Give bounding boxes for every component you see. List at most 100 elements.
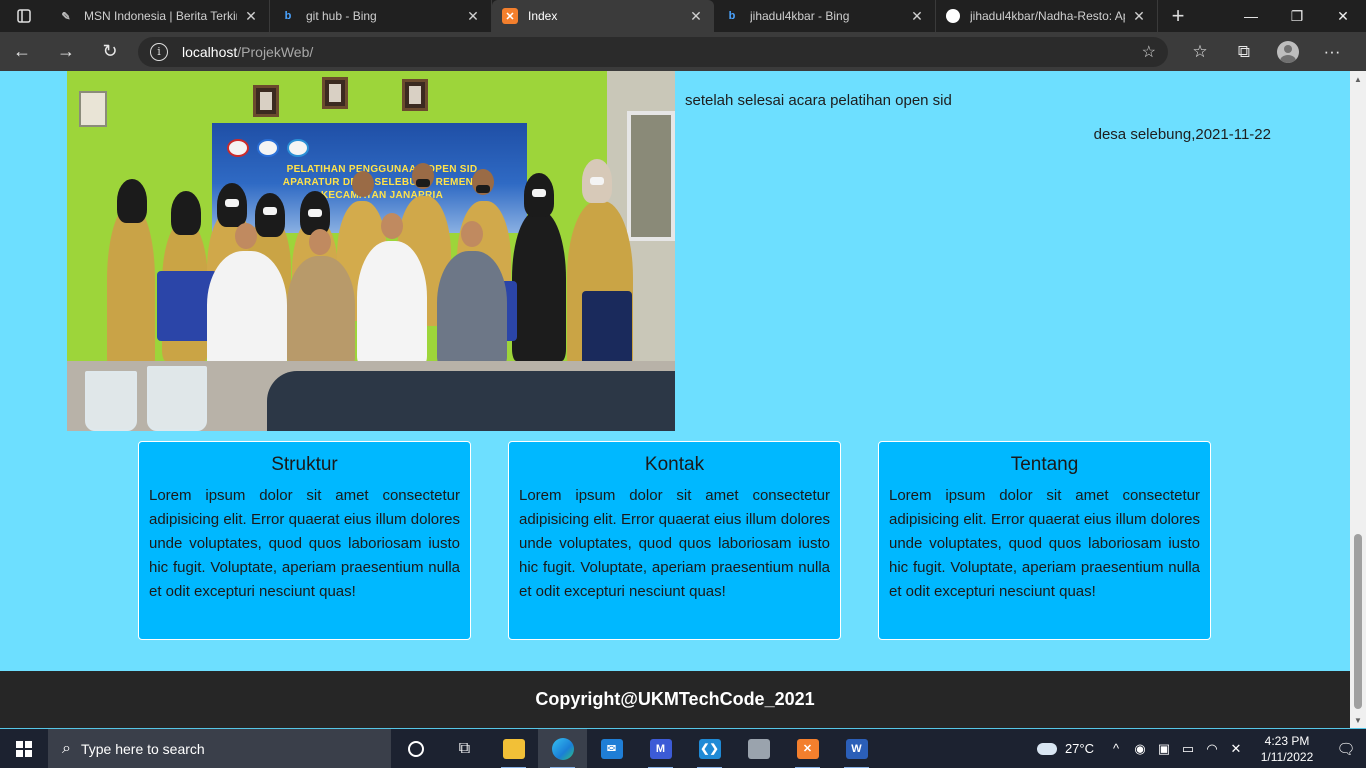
card-tentang: Tentang Lorem ipsum dolor sit amet conse… — [878, 441, 1211, 640]
mail-icon: ✉ — [600, 738, 623, 759]
task-view-button[interactable]: ⧉ — [440, 729, 489, 768]
collections-button[interactable]: ⧉ — [1222, 32, 1266, 71]
card-title: Struktur — [271, 454, 338, 475]
url-host: localhost — [182, 43, 238, 60]
file-explorer-icon — [502, 738, 525, 759]
close-window-button[interactable]: ✕ — [1320, 0, 1366, 32]
vscode-icon: ❮❯ — [698, 738, 721, 759]
browser-tab-bing-github[interactable]: b git hub - Bing ✕ — [270, 0, 492, 32]
taskbar-clock[interactable]: 4:23 PM 1/11/2022 — [1248, 733, 1326, 765]
xampp-button[interactable]: ✕ — [783, 729, 832, 768]
tab-close-icon[interactable]: ✕ — [465, 8, 481, 25]
meet-now-icon[interactable]: ◉ — [1128, 741, 1152, 757]
browser-toolbar: ← → ↻ i localhost/ProjekWeb/ ☆ ☆ ⧉ ··· — [0, 32, 1366, 71]
notification-center-button[interactable]: 🗨 — [1326, 740, 1366, 758]
word-icon: W — [845, 738, 868, 759]
vscode-button[interactable]: ❮❯ — [685, 729, 734, 768]
browser-tab-github[interactable]: jihadul4kbar/Nadha-Resto: Ap ✕ — [936, 0, 1158, 32]
windows-taskbar: ⌕ Type here to search ⧉ ✉ M ❮❯ ✕ W 27°C … — [0, 728, 1366, 768]
remote-desktop-icon — [747, 738, 770, 759]
xampp-icon: ✕ — [502, 8, 518, 24]
page-footer: Copyright@UKMTechCode_2021 — [0, 671, 1350, 728]
site-info-icon[interactable]: i — [150, 42, 168, 61]
search-icon: ⌕ — [62, 739, 71, 757]
favorites-button[interactable]: ☆ — [1178, 32, 1222, 71]
volume-muted-icon[interactable]: ✕ — [1224, 741, 1248, 757]
photos-button[interactable]: M — [636, 729, 685, 768]
new-tab-button[interactable]: + — [1158, 0, 1198, 32]
browser-tab-bing-jihadul[interactable]: b jihadul4kbar - Bing ✕ — [714, 0, 936, 32]
tab-title: MSN Indonesia | Berita Terkini — [84, 9, 237, 23]
photo-banner-text: PELATIHAN PENGGUNAAN OPEN SID APARATUR D… — [282, 164, 482, 201]
tab-close-icon[interactable]: ✕ — [1131, 8, 1147, 25]
card-body: Lorem ipsum dolor sit amet consectetur a… — [519, 487, 830, 600]
weather-icon — [1034, 737, 1057, 755]
card-struktur: Struktur Lorem ipsum dolor sit amet cons… — [138, 441, 471, 640]
browser-tab-strip: ✎ MSN Indonesia | Berita Terkini ✕ b git… — [0, 0, 1366, 32]
scrollbar-thumb[interactable] — [1354, 534, 1362, 709]
edge-button[interactable] — [538, 728, 587, 768]
card-body: Lorem ipsum dolor sit amet consectetur a… — [889, 487, 1200, 600]
temperature: 27°C — [1064, 741, 1094, 756]
card-kontak: Kontak Lorem ipsum dolor sit amet consec… — [508, 441, 841, 640]
display-icon[interactable]: ▣ — [1152, 741, 1176, 757]
tab-actions-button[interactable] — [0, 0, 48, 32]
cortana-icon — [407, 740, 424, 757]
refresh-icon: ↻ — [102, 41, 118, 61]
search-placeholder: Type here to search — [80, 740, 205, 757]
browser-toolbar-icons: ☆ ⧉ ··· — [1178, 32, 1354, 71]
github-icon — [946, 9, 960, 23]
page-scrollbar[interactable]: ▲ ▼ — [1350, 71, 1366, 728]
url-path: /ProjekWeb/ — [237, 43, 314, 60]
file-explorer-button[interactable] — [489, 729, 538, 768]
back-button[interactable]: ← — [0, 32, 44, 71]
battery-icon[interactable]: ▭ — [1176, 741, 1200, 757]
chevron-up-icon[interactable]: ^ — [1104, 741, 1128, 756]
mail-button[interactable]: ✉ — [587, 729, 636, 768]
tab-actions-icon — [17, 9, 31, 23]
plus-icon: + — [1171, 3, 1185, 28]
bing-icon: b — [728, 10, 736, 22]
remote-desktop-button[interactable] — [734, 729, 783, 768]
cortana-button[interactable] — [391, 729, 440, 768]
tab-title: Index — [528, 9, 558, 23]
forward-arrow-icon: → — [57, 41, 75, 61]
tab-close-icon[interactable]: ✕ — [909, 8, 925, 25]
refresh-button[interactable]: ↻ — [88, 32, 132, 71]
scroll-down-icon[interactable]: ▼ — [1350, 712, 1366, 728]
weather-widget[interactable]: 27°C — [1034, 737, 1094, 756]
photo-location-date: desa selebung,2021-11-22 — [1093, 126, 1271, 143]
close-icon: ✕ — [1337, 7, 1349, 24]
restore-icon: ❐ — [1290, 7, 1304, 24]
taskbar-search[interactable]: ⌕ Type here to search — [48, 728, 391, 768]
address-bar[interactable]: i localhost/ProjekWeb/ ☆ — [138, 36, 1168, 67]
wifi-icon[interactable]: ◠ — [1200, 741, 1224, 757]
more-icon: ··· — [1323, 41, 1341, 61]
favorites-icon: ☆ — [1192, 41, 1208, 61]
tab-close-icon[interactable]: ✕ — [688, 8, 704, 25]
tab-title: jihadul4kbar/Nadha-Resto: Ap — [970, 9, 1125, 23]
card-title: Tentang — [1010, 454, 1079, 475]
clock-time: 4:23 PM — [1264, 733, 1310, 748]
notification-icon: 🗨 — [1336, 740, 1356, 758]
settings-menu-button[interactable]: ··· — [1310, 32, 1354, 71]
tab-title: jihadul4kbar - Bing — [750, 9, 850, 23]
tab-close-icon[interactable]: ✕ — [243, 8, 259, 25]
task-view-icon: ⧉ — [458, 739, 471, 757]
start-button[interactable] — [0, 729, 48, 768]
word-button[interactable]: W — [832, 729, 881, 768]
minimize-button[interactable]: — — [1228, 0, 1274, 32]
browser-tab-index[interactable]: ✕ Index ✕ — [492, 0, 714, 32]
xampp-icon: ✕ — [796, 738, 819, 759]
photo-description: setelah selesai acara pelatihan open sid — [685, 92, 952, 109]
minimize-icon: — — [1244, 8, 1258, 24]
tab-title: git hub - Bing — [306, 9, 377, 23]
restore-button[interactable]: ❐ — [1274, 0, 1320, 32]
browser-tab-msn[interactable]: ✎ MSN Indonesia | Berita Terkini ✕ — [48, 0, 270, 32]
profile-button[interactable] — [1266, 32, 1310, 71]
edge-icon — [551, 737, 574, 760]
forward-button[interactable]: → — [44, 32, 88, 71]
add-favorite-icon[interactable]: ☆ — [1142, 42, 1156, 62]
scroll-up-icon[interactable]: ▲ — [1350, 71, 1366, 87]
windows-logo-icon — [16, 740, 32, 757]
